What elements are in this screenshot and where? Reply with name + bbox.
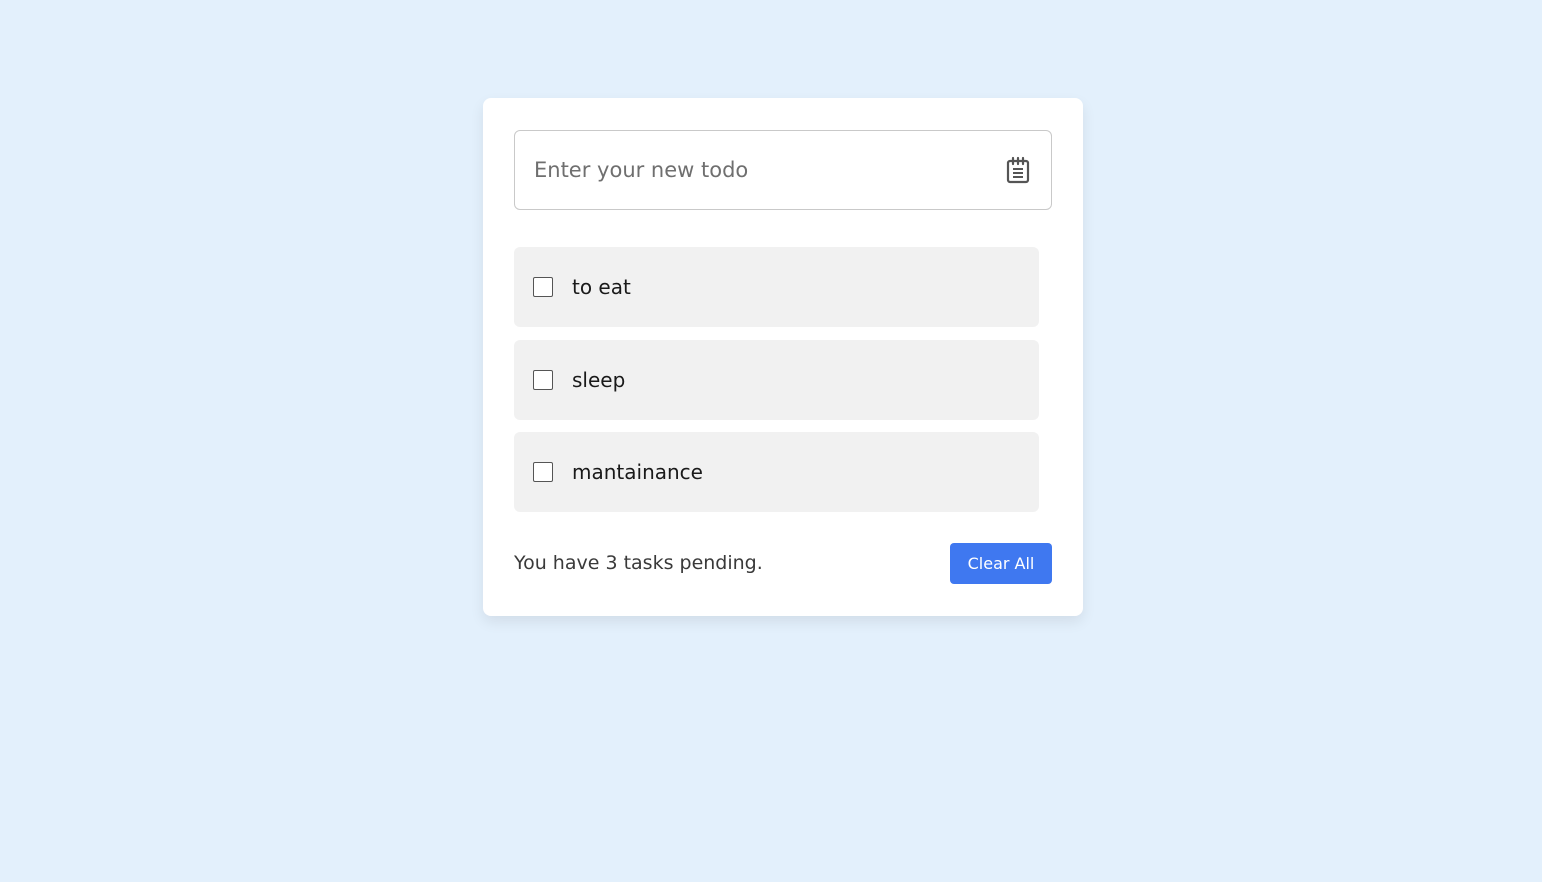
pending-count-text: You have 3 tasks pending. xyxy=(514,552,763,574)
todo-item[interactable]: sleep xyxy=(514,340,1039,420)
new-todo-field[interactable] xyxy=(514,130,1052,210)
todo-checkbox[interactable] xyxy=(533,370,553,390)
todo-card: to eat sleep mantainance You have 3 task… xyxy=(483,98,1083,616)
todo-item[interactable]: mantainance xyxy=(514,432,1039,512)
todo-label: sleep xyxy=(572,368,626,392)
todo-label: to eat xyxy=(572,275,631,299)
clear-all-button[interactable]: Clear All xyxy=(950,543,1052,584)
todo-item[interactable]: to eat xyxy=(514,247,1039,327)
todo-label: mantainance xyxy=(572,460,703,484)
todo-checkbox[interactable] xyxy=(533,462,553,482)
new-todo-input[interactable] xyxy=(515,131,1004,209)
notepad-icon[interactable] xyxy=(1003,155,1033,185)
todo-checkbox[interactable] xyxy=(533,277,553,297)
